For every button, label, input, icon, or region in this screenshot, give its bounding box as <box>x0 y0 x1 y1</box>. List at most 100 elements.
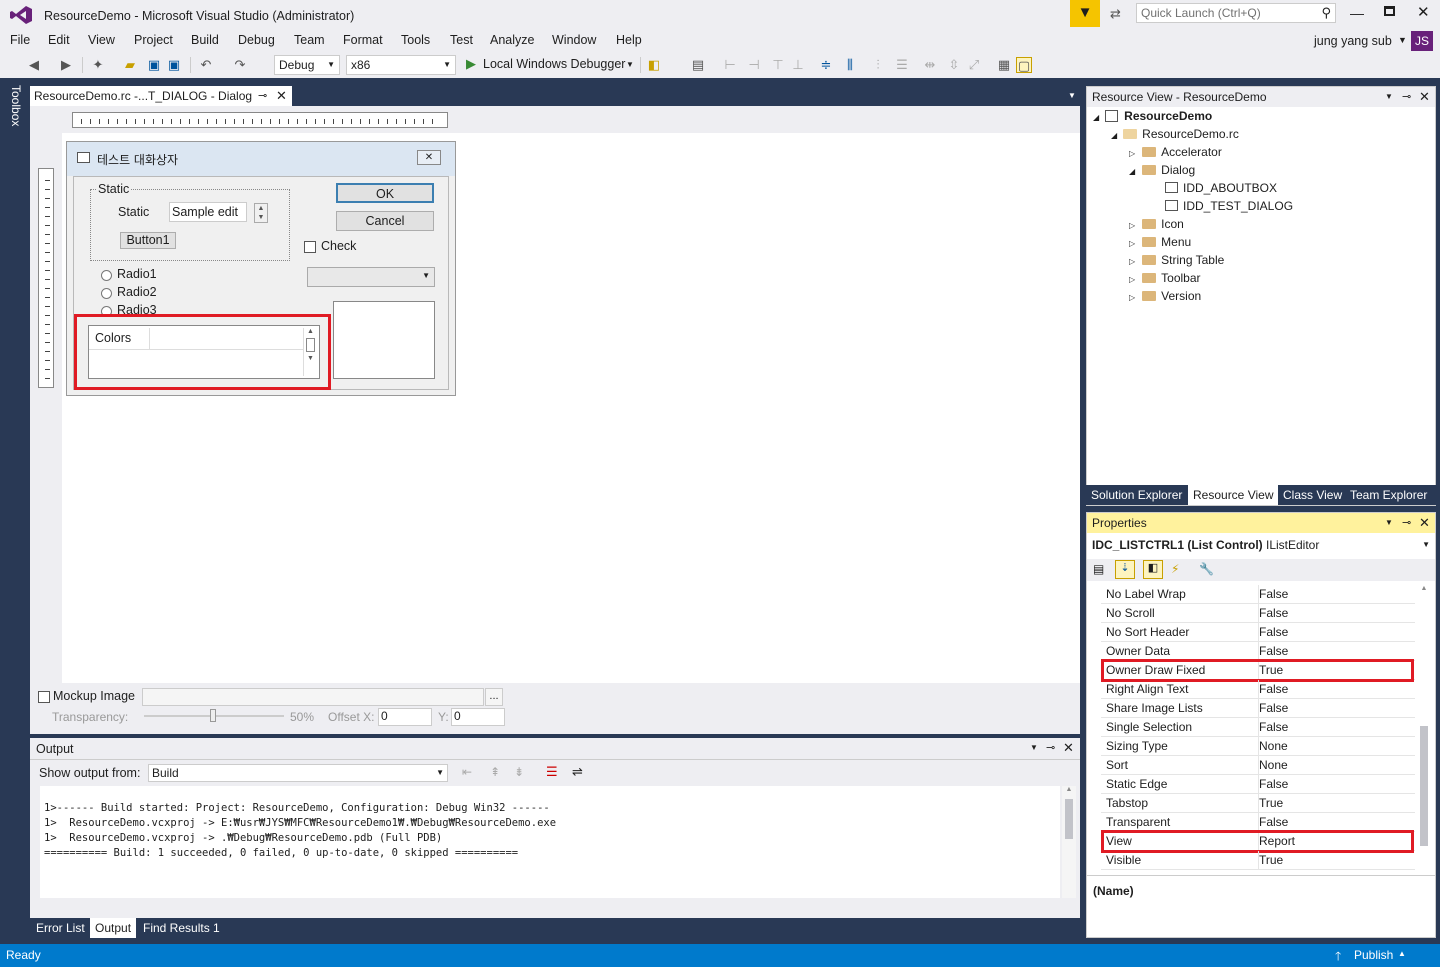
pin-icon[interactable]: ⊸ <box>258 86 267 106</box>
output-vscrollbar[interactable]: ▲ <box>1062 786 1076 898</box>
publish-chevron-icon[interactable]: ▲ <box>1398 949 1406 958</box>
pin-icon[interactable]: ⊸ <box>1402 513 1411 533</box>
property-value[interactable]: False <box>1258 585 1413 604</box>
toggle-grid-icon[interactable]: ▦ <box>996 57 1012 73</box>
tab-team-explorer[interactable]: Team Explorer <box>1345 485 1432 505</box>
solution-platform-select[interactable]: x86 ▼ <box>346 55 456 75</box>
radio2-button[interactable] <box>101 288 112 299</box>
new-project-icon[interactable]: ✦ <box>90 57 106 73</box>
close-icon[interactable]: ✕ <box>1419 87 1430 107</box>
space-across-icon[interactable]: ⫶ <box>870 57 886 73</box>
align-bottom-icon[interactable]: ⊥ <box>790 57 806 73</box>
menu-view[interactable]: View <box>88 33 115 47</box>
align-left-icon[interactable]: ⊢ <box>722 57 738 73</box>
property-row[interactable]: No Scroll False <box>1101 604 1415 623</box>
next-message-icon[interactable]: ⇟ <box>514 765 524 779</box>
tree-item[interactable]: ▷ Icon <box>1129 215 1184 233</box>
publish-icon[interactable]: 🡑 <box>1335 947 1341 967</box>
tab-overflow-icon[interactable]: ▼ <box>1068 91 1076 100</box>
start-debug-icon[interactable]: ▶ <box>466 56 476 72</box>
forward-icon[interactable]: ▶ <box>58 57 74 73</box>
property-row[interactable]: No Label Wrap False <box>1101 585 1415 604</box>
close-icon[interactable]: ✕ <box>1419 513 1430 533</box>
align-top-icon[interactable]: ⊤ <box>770 57 786 73</box>
menu-project[interactable]: Project <box>134 33 173 47</box>
prev-message-icon[interactable]: ⇞ <box>490 765 500 779</box>
avatar[interactable]: JS <box>1411 31 1433 51</box>
wrench-icon[interactable]: 🔧 <box>1199 562 1214 576</box>
tree-rc-file[interactable]: ◢ ResourceDemo.rc <box>1111 125 1239 143</box>
radio1-button[interactable] <box>101 270 112 281</box>
property-row[interactable]: Sort None <box>1101 756 1415 775</box>
output-text[interactable]: 1>------ Build started: Project: Resourc… <box>40 786 1060 898</box>
property-row[interactable]: Static Edge False <box>1101 775 1415 794</box>
start-debugger-button[interactable]: Local Windows Debugger <box>483 57 625 71</box>
close-button[interactable]: ✕ <box>1417 3 1430 21</box>
tree-root[interactable]: ◢ ResourceDemo <box>1093 107 1212 125</box>
tab-dialog-editor[interactable]: ResourceDemo.rc -...T_DIALOG - Dialog ⊸ … <box>30 86 292 106</box>
property-row[interactable]: Sizing Type None <box>1101 737 1415 756</box>
property-value[interactable]: None <box>1258 756 1413 775</box>
menu-analyze[interactable]: Analyze <box>490 33 534 47</box>
notification-flag-icon[interactable]: ▼ <box>1070 0 1100 27</box>
cancel-button[interactable]: Cancel <box>336 211 434 231</box>
feedback-icon[interactable]: ⇄ <box>1110 6 1121 22</box>
button1[interactable]: Button1 <box>120 232 176 249</box>
quick-launch-input[interactable]: Quick Launch (Ctrl+Q) ⚲ <box>1136 3 1336 23</box>
space-down-icon[interactable]: ☰ <box>894 57 910 73</box>
redo-icon[interactable]: ↷ <box>232 57 248 73</box>
center-vertical-icon[interactable]: ≑ <box>818 57 834 73</box>
property-row[interactable]: Right Align Text False <box>1101 680 1415 699</box>
slider-thumb[interactable] <box>210 709 216 722</box>
properties-scrollbar[interactable]: ▲ <box>1417 585 1431 873</box>
property-pages-icon[interactable]: ◧ <box>1143 560 1163 579</box>
property-value[interactable]: False <box>1258 718 1413 737</box>
panel-menu-chevron-icon[interactable]: ▼ <box>1385 513 1393 533</box>
tree-item[interactable]: ▷ String Table <box>1129 251 1224 269</box>
collapsed-arrow-icon[interactable]: ▷ <box>1129 293 1135 302</box>
menu-help[interactable]: Help <box>616 33 642 47</box>
debugger-chevron-icon[interactable]: ▼ <box>626 60 634 69</box>
center-horizontal-icon[interactable]: ⫼ <box>842 57 858 73</box>
collapsed-arrow-icon[interactable]: ▷ <box>1129 149 1135 158</box>
tab-resource-view[interactable]: Resource View <box>1188 485 1279 505</box>
clear-all-icon[interactable]: ☰ <box>546 764 558 780</box>
property-row[interactable]: Share Image Lists False <box>1101 699 1415 718</box>
categorized-icon[interactable]: ▤ <box>1093 562 1104 576</box>
tree-item[interactable]: ▷ Menu <box>1129 233 1191 251</box>
property-value[interactable]: True <box>1258 794 1413 813</box>
align-right-icon[interactable]: ⊣ <box>746 57 762 73</box>
collapsed-arrow-icon[interactable]: ▷ <box>1129 257 1135 266</box>
collapsed-arrow-icon[interactable]: ▷ <box>1129 239 1135 248</box>
events-icon[interactable]: ⚡ <box>1171 562 1179 576</box>
maximize-button[interactable] <box>1384 6 1395 16</box>
tab-solution-explorer[interactable]: Solution Explorer <box>1086 485 1187 505</box>
offset-y-input[interactable]: 0 <box>451 708 505 726</box>
tree-item[interactable]: ◢ Dialog <box>1129 161 1195 179</box>
menu-tools[interactable]: Tools <box>401 33 430 47</box>
tree-item[interactable]: ▷ Toolbar <box>1129 269 1201 287</box>
mockup-path-input[interactable] <box>142 688 484 706</box>
tab-error-list[interactable]: Error List <box>31 918 90 938</box>
pin-icon[interactable]: ⊸ <box>1046 741 1055 754</box>
collapsed-arrow-icon[interactable]: ▷ <box>1129 221 1135 230</box>
find-message-icon[interactable]: ⇤ <box>462 765 472 779</box>
browse-button[interactable]: ... <box>485 688 503 706</box>
tab-class-view[interactable]: Class View <box>1278 485 1347 505</box>
object-selector[interactable]: IDC_LISTCTRL1 (List Control) IListEditor… <box>1087 535 1435 555</box>
toolbox-tab[interactable]: Toolbox <box>6 85 26 130</box>
comment-icon[interactable]: ▤ <box>690 57 706 73</box>
collapsed-arrow-icon[interactable]: ▷ <box>1129 275 1135 284</box>
static-group-box[interactable] <box>90 189 290 261</box>
toggle-guides-icon[interactable]: ▢ <box>1016 57 1032 73</box>
menu-edit[interactable]: Edit <box>48 33 70 47</box>
close-tab-icon[interactable]: ✕ <box>276 86 287 106</box>
picture-control[interactable] <box>333 301 435 379</box>
property-value[interactable]: False <box>1258 680 1413 699</box>
tree-item[interactable]: IDD_ABOUTBOX <box>1165 179 1277 197</box>
ok-button[interactable]: OK <box>336 183 434 203</box>
open-file-icon[interactable]: ▰ <box>122 57 138 73</box>
property-row[interactable]: Tabstop True <box>1101 794 1415 813</box>
tab-find-results[interactable]: Find Results 1 <box>138 918 225 938</box>
menu-file[interactable]: File <box>10 33 30 47</box>
